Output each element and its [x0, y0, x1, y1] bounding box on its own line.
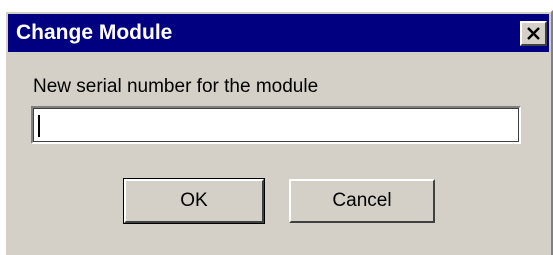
serial-number-input[interactable]	[31, 106, 521, 144]
window-title: Change Module	[16, 21, 173, 44]
ok-button[interactable]: OK	[123, 178, 265, 224]
close-button[interactable]	[520, 21, 547, 46]
close-icon	[527, 27, 540, 40]
title-bar[interactable]: Change Module	[8, 14, 549, 52]
serial-number-label: New serial number for the module	[33, 76, 319, 97]
cancel-button[interactable]: Cancel	[289, 179, 435, 223]
text-caret	[38, 115, 40, 137]
